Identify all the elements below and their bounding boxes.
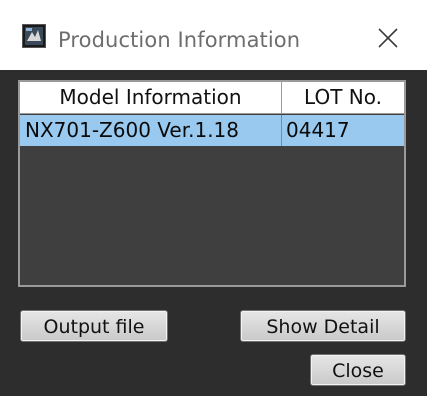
cell-model-information: NX701-Z600 Ver.1.18 [20, 115, 282, 146]
dialog-client-area: Model Information LOT No. NX701-Z600 Ver… [0, 70, 427, 396]
column-header-lot-no[interactable]: LOT No. [282, 82, 404, 114]
production-info-table: Model Information LOT No. NX701-Z600 Ver… [18, 80, 406, 287]
show-detail-button[interactable]: Show Detail [240, 310, 406, 342]
window-title: Production Information [58, 28, 301, 52]
table-header: Model Information LOT No. [20, 82, 404, 114]
table-row[interactable]: NX701-Z600 Ver.1.18 04417 [20, 115, 404, 146]
title-bar: Production Information [0, 0, 427, 70]
output-file-button[interactable]: Output file [20, 310, 168, 342]
column-header-model-information[interactable]: Model Information [20, 82, 282, 114]
close-icon[interactable] [376, 26, 400, 50]
app-icon [22, 24, 46, 48]
close-button[interactable]: Close [310, 354, 406, 386]
cell-lot-no: 04417 [286, 118, 350, 142]
